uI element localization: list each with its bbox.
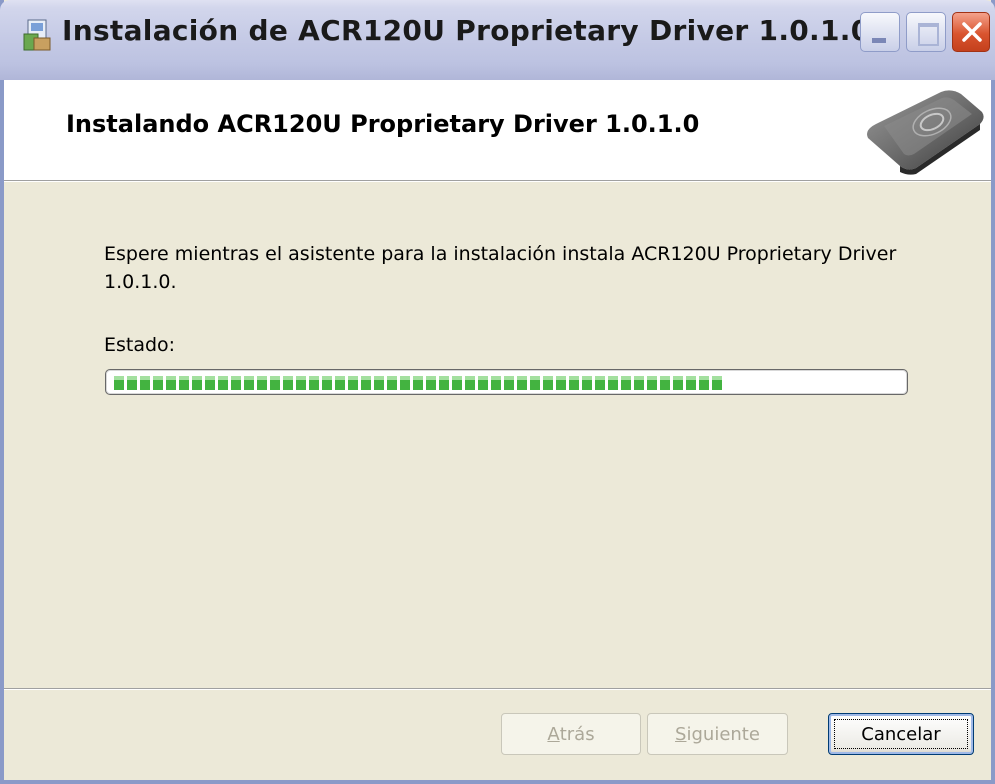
window-title: Instalación de ACR120U Proprietary Drive… — [62, 14, 871, 47]
page-title: Instalando ACR120U Proprietary Driver 1.… — [66, 110, 700, 138]
back-button[interactable]: Atrás — [501, 713, 641, 755]
close-icon — [962, 22, 982, 42]
maximize-button[interactable] — [906, 12, 946, 52]
next-button[interactable]: Siguiente — [647, 713, 788, 755]
title-bar[interactable]: Instalación de ACR120U Proprietary Drive… — [0, 0, 995, 80]
minimize-button[interactable] — [860, 12, 900, 52]
installer-icon — [23, 19, 51, 51]
back-mnemonic: A — [547, 723, 560, 745]
next-label: iguiente — [686, 723, 760, 745]
status-label: Estado: — [104, 334, 176, 356]
cancel-button[interactable]: Cancelar — [828, 713, 974, 755]
card-reader-image — [867, 90, 984, 175]
install-progress-bar — [105, 369, 908, 395]
next-mnemonic: S — [675, 723, 687, 745]
focus-rectangle — [834, 719, 968, 749]
installer-window: Instalación de ACR120U Proprietary Drive… — [0, 0, 995, 784]
header-separator — [4, 181, 991, 182]
header-banner: Instalando ACR120U Proprietary Driver 1.… — [4, 80, 991, 181]
close-button[interactable] — [952, 12, 990, 52]
progress-fill — [114, 376, 722, 390]
install-description: Espere mientras el asistente para la ins… — [104, 243, 897, 293]
back-label: trás — [559, 723, 595, 745]
